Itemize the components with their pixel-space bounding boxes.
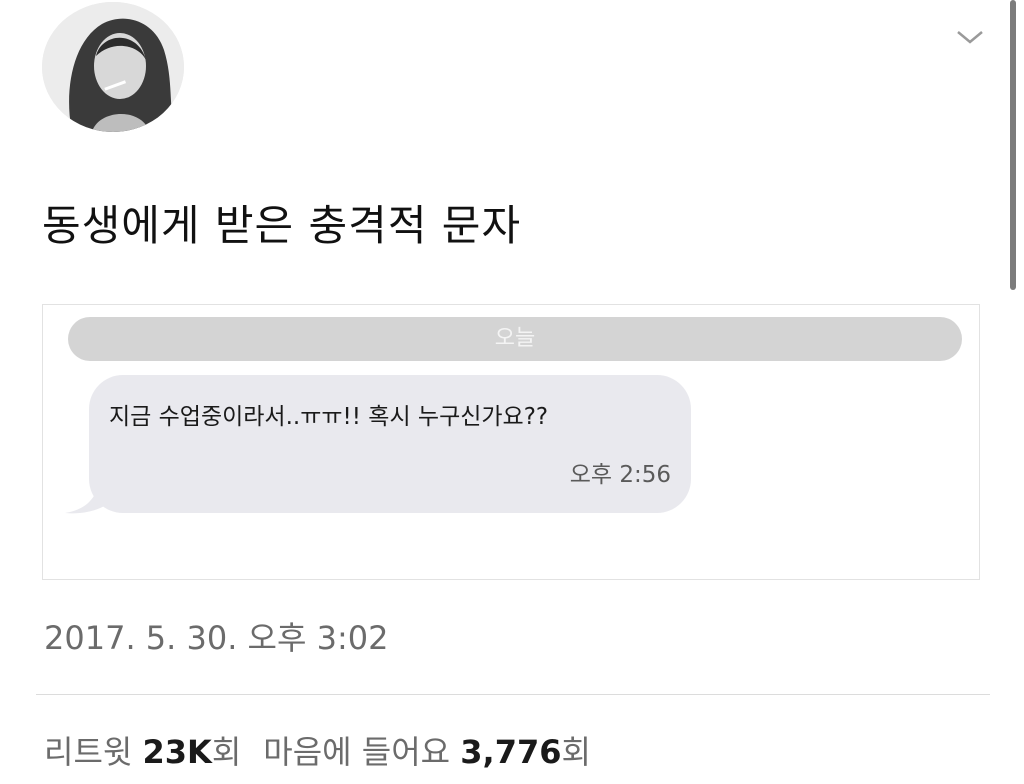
divider — [36, 694, 990, 695]
media-card[interactable]: 오늘 지금 수업중이라서..ㅠㅠ!! 혹시 누구신가요?? 오후 2:56 — [42, 304, 980, 580]
message-time: 오후 2:56 — [569, 462, 671, 488]
tweet-stats: 리트윗 23K회 마음에 들어요 3,776회 — [44, 728, 591, 776]
avatar[interactable] — [42, 2, 184, 132]
scrollbar[interactable] — [1010, 0, 1016, 290]
retweets-suffix: 회 — [211, 733, 242, 771]
day-label: 오늘 — [68, 317, 962, 361]
tweet-text: 동생에게 받은 충격적 문자 — [42, 201, 522, 250]
message-bubble: 지금 수업중이라서..ㅠㅠ!! 혹시 누구신가요?? 오후 2:56 — [89, 375, 691, 513]
profile-photo — [42, 2, 184, 132]
retweets-count[interactable]: 23K — [143, 733, 212, 771]
likes-suffix: 회 — [561, 733, 591, 771]
likes-count[interactable]: 3,776 — [460, 733, 561, 771]
tweet-timestamp[interactable]: 2017. 5. 30. 오후 3:02 — [44, 614, 388, 662]
retweets-label: 리트윗 — [44, 733, 133, 771]
message-text: 지금 수업중이라서..ㅠㅠ!! 혹시 누구신가요?? — [109, 404, 549, 430]
likes-label: 마음에 들어요 — [263, 733, 451, 771]
chevron-down-icon[interactable] — [950, 22, 990, 50]
